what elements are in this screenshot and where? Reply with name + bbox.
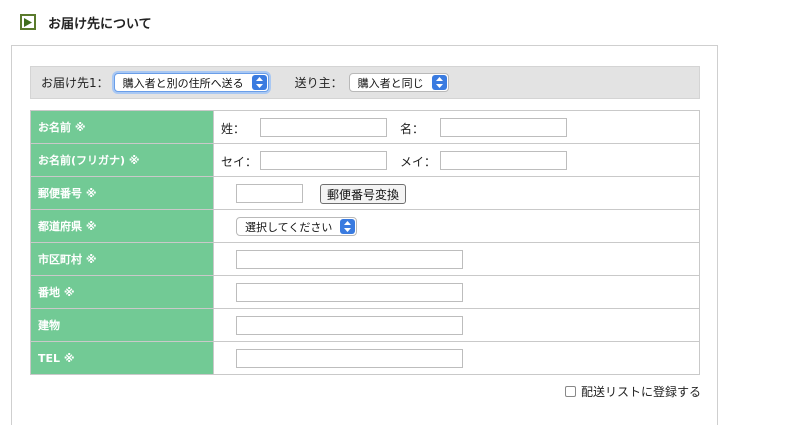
postal-code-input[interactable]	[236, 184, 303, 203]
destination-select[interactable]: 購入者と別の住所へ送る	[113, 73, 269, 92]
sender-select[interactable]: 購入者と同じ	[348, 73, 449, 92]
postal-label: 郵便番号 ※	[30, 176, 214, 210]
city-input[interactable]	[236, 250, 463, 269]
tel-label: TEL ※	[30, 341, 214, 375]
sender-select-value: 購入者と同じ	[357, 76, 424, 90]
form-row-address: 番地 ※	[30, 275, 700, 309]
select-arrows-icon	[340, 219, 356, 234]
address-label: 番地 ※	[30, 275, 214, 309]
prefecture-select-value: 選択してください	[245, 220, 333, 234]
form-row-building: 建物	[30, 308, 700, 342]
name-label: お名前 ※	[30, 110, 214, 144]
destination-select-value: 購入者と別の住所へ送る	[122, 76, 244, 90]
first-name-input[interactable]	[440, 118, 567, 137]
kana-label: お名前(フリガナ) ※	[30, 143, 214, 177]
last-name-kana-input[interactable]	[260, 151, 387, 170]
register-checkbox[interactable]	[565, 386, 576, 397]
form-row-tel: TEL ※	[30, 341, 700, 375]
select-arrows-icon	[431, 75, 447, 90]
first-name-label: 名：	[400, 122, 425, 136]
register-delivery-list[interactable]: 配送リストに登録する	[565, 383, 701, 400]
form-row-kana: お名前(フリガナ) ※ セイ： メイ：	[30, 143, 700, 177]
sender-label: 送り主：	[294, 76, 343, 90]
prefecture-select[interactable]: 選択してください	[236, 217, 358, 236]
form-row-city: 市区町村 ※	[30, 242, 700, 276]
destination-label: お届け先1：	[41, 76, 109, 90]
building-input[interactable]	[236, 316, 463, 335]
form-row-postal: 郵便番号 ※ 郵便番号変換	[30, 176, 700, 210]
section-title: お届け先について	[48, 16, 152, 32]
last-name-kana-label: セイ：	[221, 155, 258, 169]
last-name-input[interactable]	[260, 118, 387, 137]
section-header: お届け先について	[20, 12, 152, 32]
address-input[interactable]	[236, 283, 463, 302]
first-name-kana-input[interactable]	[440, 151, 567, 170]
play-arrow-icon	[20, 14, 36, 30]
select-arrows-icon	[251, 75, 267, 90]
first-name-kana-label: メイ：	[400, 155, 437, 169]
form-row-prefecture: 都道府県 ※ 選択してください	[30, 209, 700, 243]
postal-convert-button[interactable]: 郵便番号変換	[320, 184, 407, 204]
last-name-label: 姓：	[221, 122, 246, 136]
delivery-form-table: お名前 ※ 姓： 名： お名前(フリガナ) ※ セイ： メイ： 郵便番号 ※ 郵…	[30, 110, 700, 375]
prefecture-label: 都道府県 ※	[30, 209, 214, 243]
delivery-options-bar: お届け先1： 購入者と別の住所へ送る 送り主： 購入者と同じ	[30, 66, 700, 99]
form-row-name: お名前 ※ 姓： 名：	[30, 110, 700, 144]
building-label: 建物	[30, 308, 214, 342]
tel-input[interactable]	[236, 349, 463, 368]
register-label: 配送リストに登録する	[581, 385, 702, 399]
city-label: 市区町村 ※	[30, 242, 214, 276]
